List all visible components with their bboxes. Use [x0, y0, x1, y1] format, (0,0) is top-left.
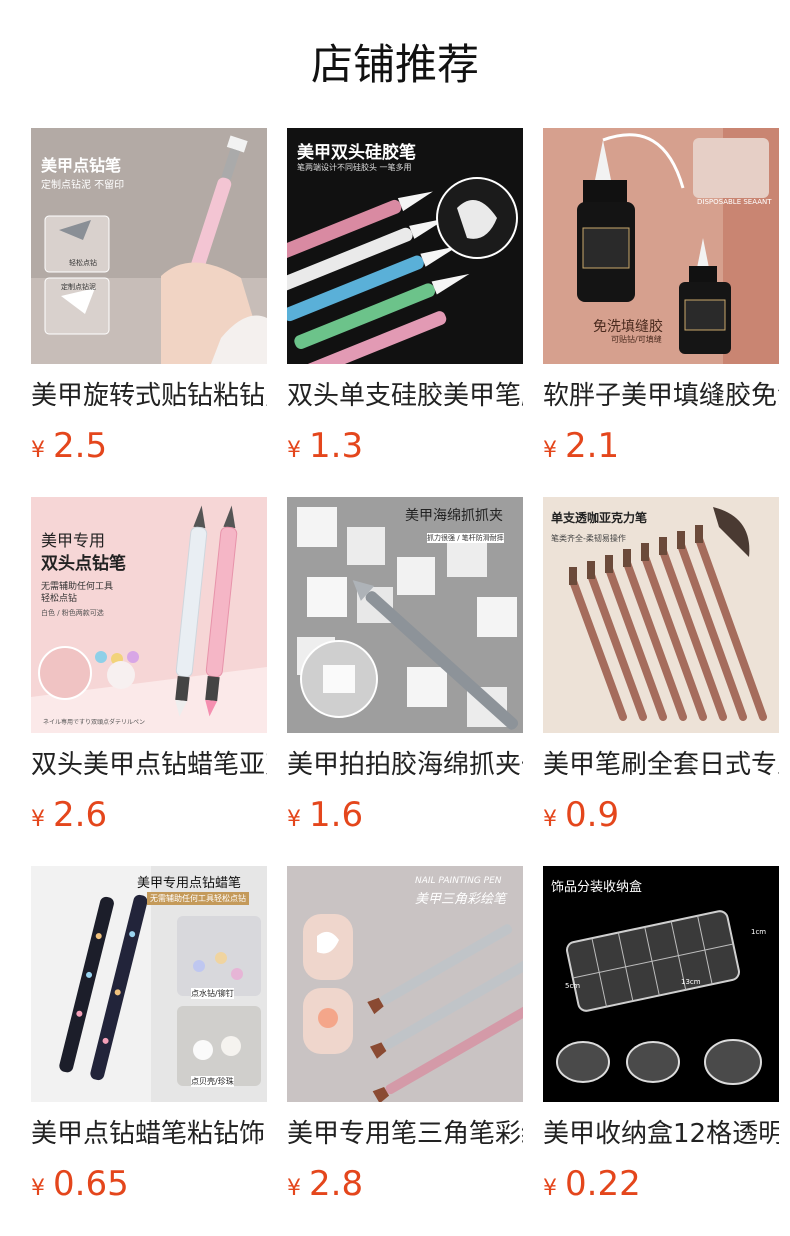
- product-image[interactable]: 美甲专用 双头点钻笔 无需辅助任何工具 轻松点钻 白色 / 粉色两款可选 ネイル…: [31, 497, 267, 733]
- product-image[interactable]: 美甲专用点钻蜡笔 无需辅助任何工具轻松点钻 点水钻/铆钉 点贝壳/珍珠: [31, 866, 267, 1102]
- currency-symbol: ¥: [287, 438, 301, 463]
- image-headline: 美甲点钻笔: [41, 156, 122, 175]
- product-price: ¥0.9: [543, 791, 779, 839]
- product-image[interactable]: 饰品分装收纳盒 1cm 5cm 13cm: [543, 866, 779, 1102]
- image-subtitle: 笔两端设计不同硅胶头 一笔多用: [297, 163, 412, 172]
- price-value: 2.1: [565, 426, 620, 466]
- product-price: ¥2.8: [287, 1160, 523, 1208]
- product-name[interactable]: 美甲旋转式贴钻粘钻点钻笔: [31, 376, 267, 416]
- currency-symbol: ¥: [287, 1176, 301, 1201]
- image-tag: 白色 / 粉色两款可选: [41, 609, 104, 617]
- product-card[interactable]: 美甲双头硅胶笔 笔两端设计不同硅胶头 一笔多用 双头单支硅胶美甲笔雕花 ¥1.3: [287, 128, 523, 470]
- product-name[interactable]: 双头单支硅胶美甲笔雕花: [287, 376, 523, 416]
- image-subtitle: 无需辅助任何工具轻松点钻: [147, 892, 249, 905]
- price-value: 2.6: [53, 795, 108, 835]
- price-value: 0.9: [565, 795, 620, 835]
- product-image[interactable]: NAIL PAINTING PEN 美甲三角彩绘笔: [287, 866, 523, 1102]
- product-card[interactable]: 美甲海绵抓抓夹 抓力很强 / 笔杆防滑耐摔 美甲拍拍胶海绵抓夹一体 ¥1.6: [287, 497, 523, 839]
- image-subtitle: 定制点钻泥 不留印: [41, 180, 125, 191]
- product-name[interactable]: 美甲点钻蜡笔粘钻饰品: [31, 1114, 267, 1154]
- product-name[interactable]: 双头美甲点钻蜡笔亚克力: [31, 745, 267, 785]
- image-headline: 美甲海绵抓抓夹: [405, 508, 503, 524]
- product-image[interactable]: 单支透咖亚克力笔 笔类齐全-柔韧易操作: [543, 497, 779, 733]
- product-card[interactable]: 饰品分装收纳盒 1cm 5cm 13cm 美甲收纳盒12格透明饰品 ¥0.22: [543, 866, 779, 1208]
- price-value: 2.8: [309, 1164, 364, 1204]
- product-name[interactable]: 美甲拍拍胶海绵抓夹一体: [287, 745, 523, 785]
- page-title: 店铺推荐: [310, 40, 479, 89]
- product-card[interactable]: NAIL PAINTING PEN 美甲三角彩绘笔 美甲专用笔三角笔彩绘笔 ¥2…: [287, 866, 523, 1208]
- image-tag: 点水钻/铆钉: [191, 988, 234, 999]
- product-price: ¥2.1: [543, 422, 779, 470]
- currency-symbol: ¥: [543, 1176, 557, 1201]
- currency-symbol: ¥: [31, 438, 45, 463]
- currency-symbol: ¥: [31, 1176, 45, 1201]
- price-value: 2.5: [53, 426, 108, 466]
- product-card[interactable]: 美甲点钻笔 定制点钻泥 不留印 轻松点钻 定制点钻泥 美甲旋转式贴钻粘钻点钻笔 …: [31, 128, 267, 470]
- price-value: 1.3: [309, 426, 364, 466]
- product-price: ¥1.6: [287, 791, 523, 839]
- image-tag: 点贝壳/珍珠: [191, 1076, 234, 1087]
- product-price: ¥0.22: [543, 1160, 779, 1208]
- product-name[interactable]: 软胖子美甲填缝胶免洗: [543, 376, 779, 416]
- image-tag: 13cm: [681, 978, 701, 986]
- image-tag: 轻松点钻: [41, 594, 78, 604]
- product-card[interactable]: 单支透咖亚克力笔 笔类齐全-柔韧易操作 美甲笔刷全套日式专业 ¥0.9: [543, 497, 779, 839]
- currency-symbol: ¥: [287, 807, 301, 832]
- product-card[interactable]: 美甲专用点钻蜡笔 无需辅助任何工具轻松点钻 点水钻/铆钉 点贝壳/珍珠 美甲点钻…: [31, 866, 267, 1208]
- product-price: ¥2.5: [31, 422, 267, 470]
- product-card[interactable]: DISPOSABLE SEAANT 免洗填缝胶 可贴钻/可填缝 软胖子美甲填缝胶…: [543, 128, 779, 470]
- product-image[interactable]: 美甲双头硅胶笔 笔两端设计不同硅胶头 一笔多用: [287, 128, 523, 364]
- image-headline: NAIL PAINTING PEN: [415, 876, 502, 886]
- product-image[interactable]: DISPOSABLE SEAANT 免洗填缝胶 可贴钻/可填缝: [543, 128, 779, 364]
- product-image[interactable]: 美甲点钻笔 定制点钻泥 不留印 轻松点钻 定制点钻泥: [31, 128, 267, 364]
- image-headline: 饰品分装收纳盒: [551, 880, 643, 895]
- product-price: ¥0.65: [31, 1160, 267, 1208]
- currency-symbol: ¥: [31, 807, 45, 832]
- product-card[interactable]: 美甲专用 双头点钻笔 无需辅助任何工具 轻松点钻 白色 / 粉色两款可选 ネイル…: [31, 497, 267, 839]
- currency-symbol: ¥: [543, 807, 557, 832]
- image-tag: 轻松点钻: [69, 259, 97, 267]
- image-headline: 美甲专用点钻蜡笔: [137, 876, 242, 891]
- image-subtitle: 抓力很强 / 笔杆防滑耐摔: [427, 533, 504, 543]
- image-subtitle: 美甲三角彩绘笔: [415, 892, 507, 907]
- image-tag: 定制点钻泥: [61, 283, 96, 291]
- product-name[interactable]: 美甲专用笔三角笔彩绘笔: [287, 1114, 523, 1154]
- image-headline: DISPOSABLE SEAANT: [697, 198, 772, 206]
- image-headline: 美甲专用: [41, 531, 106, 550]
- image-tag: 1cm: [751, 928, 767, 936]
- image-subtitle: 双头点钻笔: [41, 554, 126, 574]
- image-tag: 5cm: [565, 982, 581, 990]
- product-price: ¥1.3: [287, 422, 523, 470]
- price-value: 0.22: [565, 1164, 641, 1204]
- product-image[interactable]: 美甲海绵抓抓夹 抓力很强 / 笔杆防滑耐摔: [287, 497, 523, 733]
- price-value: 1.6: [309, 795, 364, 835]
- product-price: ¥2.6: [31, 791, 267, 839]
- price-value: 0.65: [53, 1164, 129, 1204]
- image-subtitle: 免洗填缝胶: [593, 319, 663, 335]
- image-headline: 美甲双头硅胶笔: [297, 143, 416, 163]
- product-name[interactable]: 美甲笔刷全套日式专业: [543, 745, 779, 785]
- image-headline: 单支透咖亚克力笔: [551, 511, 648, 525]
- image-tag: 可贴钻/可填缝: [611, 335, 662, 344]
- image-tag: ネイル専用ですり双頭点ダテリルペン: [43, 719, 146, 726]
- currency-symbol: ¥: [543, 438, 557, 463]
- product-name[interactable]: 美甲收纳盒12格透明饰品: [543, 1114, 779, 1154]
- image-subtitle: 笔类齐全-柔韧易操作: [551, 534, 626, 543]
